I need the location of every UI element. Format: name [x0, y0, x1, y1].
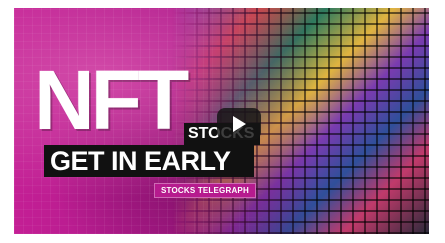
source-badge: STOCKS TELEGRAPH — [154, 183, 256, 198]
nft-title: NFT — [34, 53, 189, 147]
nft-mosaic-wall — [171, 8, 429, 234]
video-thumbnail[interactable]: NFT STOCKS GET IN EARLY STOCKS TELEGRAPH — [14, 8, 429, 234]
play-button[interactable] — [217, 108, 261, 140]
headline-text: GET IN EARLY — [50, 146, 231, 176]
play-icon — [233, 116, 246, 132]
